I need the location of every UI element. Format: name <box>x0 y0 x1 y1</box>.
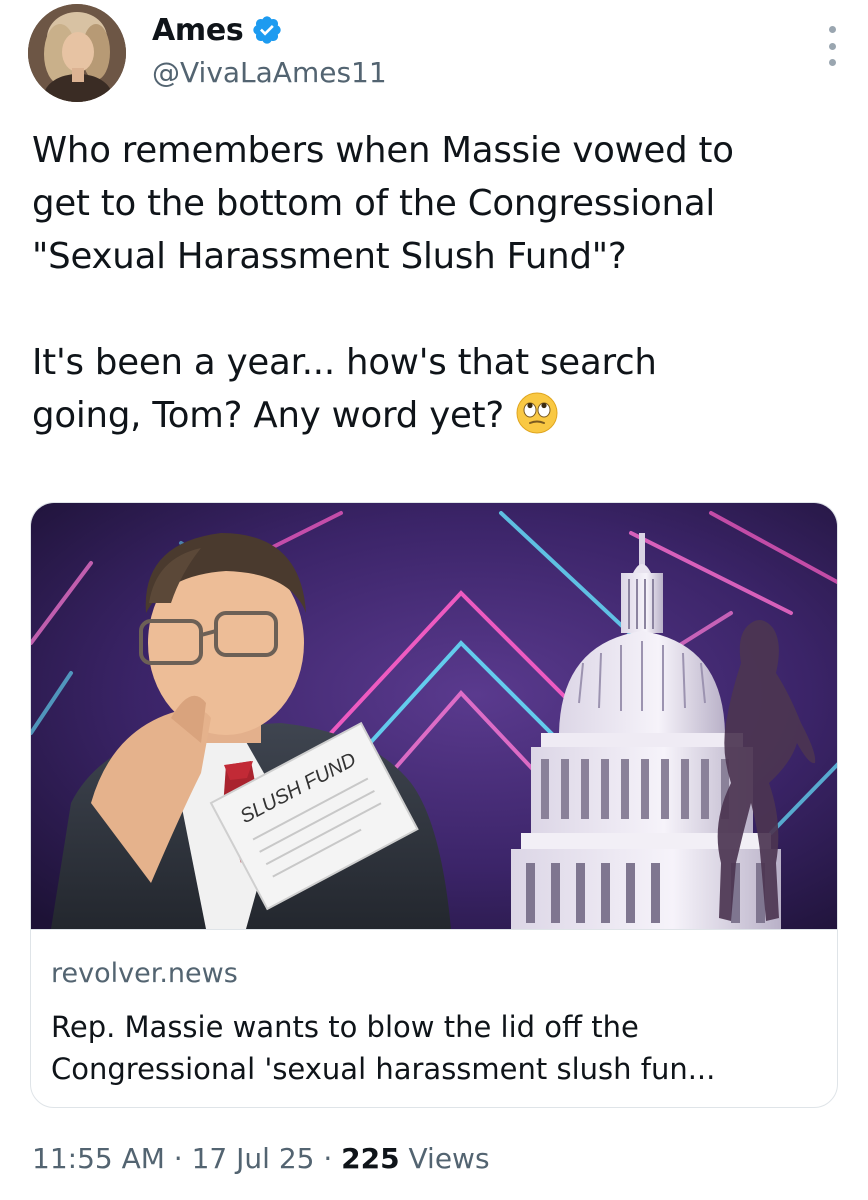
tweet-date[interactable]: 17 Jul 25 <box>192 1142 315 1175</box>
more-options-icon[interactable] <box>826 26 838 66</box>
card-image[interactable]: SLUSH FUND <box>31 503 837 929</box>
card-illustration: SLUSH FUND <box>31 503 837 929</box>
avatar[interactable] <box>28 4 126 102</box>
tweet-line-last: going, Tom? Any word yet? <box>32 389 844 442</box>
link-card[interactable]: SLUSH FUND revolver.news Rep. Massie wan… <box>30 502 838 1108</box>
tweet-footer: 11:55 AM · 17 Jul 25 · 225 Views <box>32 1142 490 1175</box>
more-dot <box>828 26 836 33</box>
card-title[interactable]: Rep. Massie wants to blow the lid off th… <box>51 1006 821 1090</box>
tweet-line: Who remembers when Massie vowed to <box>32 130 734 171</box>
tweet: Ames @VivaLaAmes11 Who remembers when Ma… <box>0 0 868 1200</box>
tweet-line: It's been a year... how's that search <box>32 342 657 383</box>
separator: · <box>164 1142 192 1175</box>
profile-photo-icon <box>28 4 126 102</box>
more-dot <box>828 59 836 66</box>
separator: · <box>314 1142 342 1175</box>
card-meta[interactable]: revolver.news Rep. Massie wants to blow … <box>31 929 837 1107</box>
tweet-text: Who remembers when Massie vowed to get t… <box>32 124 844 442</box>
card-title-line: Rep. Massie wants to blow the lid off th… <box>51 1010 639 1044</box>
tweet-line: get to the bottom of the Congressional <box>32 183 716 224</box>
views-count[interactable]: 225 <box>341 1142 399 1175</box>
tweet-line: "Sexual Harassment Slush Fund"? <box>32 236 627 277</box>
card-title-line: Congressional 'sexual harassment slush f… <box>51 1052 716 1086</box>
card-domain[interactable]: revolver.news <box>51 958 238 989</box>
verified-badge-icon <box>253 16 282 44</box>
author-name-row: Ames <box>152 10 283 50</box>
more-dot <box>828 42 836 50</box>
views-label: Views <box>399 1142 490 1175</box>
rolling-eyes-emoji-icon <box>515 391 559 435</box>
tweet-line: going, Tom? Any word yet? <box>32 395 505 436</box>
tweet-time[interactable]: 11:55 AM <box>32 1142 165 1175</box>
author-handle[interactable]: @VivaLaAmes11 <box>152 56 387 89</box>
author-display-name[interactable]: Ames <box>152 13 244 48</box>
